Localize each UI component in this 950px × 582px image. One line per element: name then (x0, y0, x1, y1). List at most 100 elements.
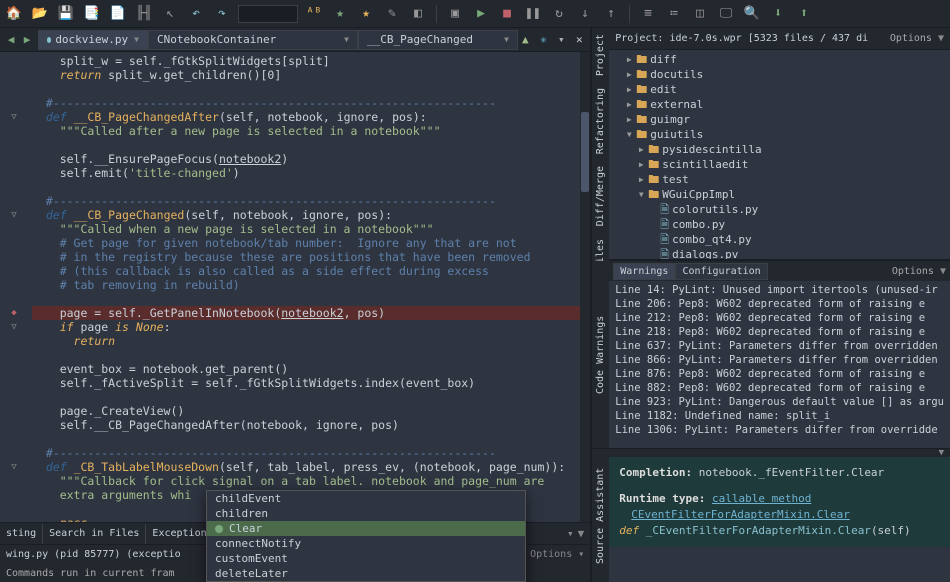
warnings-list[interactable]: Line 14: PyLint: Unused import itertools… (609, 281, 950, 439)
tree-file[interactable]: 🗎dialogs.pv (613, 247, 946, 259)
warning-item[interactable]: Line 882: Pep8: W602 deprecated form of … (615, 381, 944, 395)
code-editor[interactable]: ▽▽◆▽▽ split_w = self._fGtkSplitWidgets[s… (0, 52, 590, 522)
folder-icon: 🖿 (636, 82, 647, 97)
back-icon[interactable]: ↶ (186, 4, 206, 24)
monitor-icon[interactable]: 🖵 (716, 4, 736, 24)
tree-file[interactable]: 🗎colorutils.py (613, 202, 946, 217)
runtime-link-1[interactable]: callable method (712, 492, 811, 505)
panel-config-icon[interactable]: ▾ (567, 527, 574, 540)
bug-icon[interactable]: ✳ (536, 33, 550, 47)
tree-file[interactable]: 🗎combo.py (613, 217, 946, 232)
bookmark-icon[interactable]: ◧ (408, 4, 428, 24)
tree-file[interactable]: 🗎combo_qt4.py (613, 232, 946, 247)
warning-item[interactable]: Line 866: PyLint: Parameters differ from… (615, 353, 944, 367)
save-as-icon[interactable]: 📄 (108, 4, 128, 24)
warnings-options[interactable]: Options (892, 266, 934, 277)
warning-item[interactable]: Line 1306: PyLint: Parameters differ fro… (615, 423, 944, 437)
tree-folder[interactable]: ▶🖿guimgr (613, 112, 946, 127)
collapse-icon[interactable]: ▼ (578, 527, 585, 540)
save-icon[interactable]: 💾 (56, 4, 76, 24)
bottom-tab[interactable]: sting (0, 524, 43, 544)
tree-folder[interactable]: ▶🖿external (613, 97, 946, 112)
collapse-icon[interactable]: ▼ (938, 33, 944, 44)
find-icon[interactable]: 🔍 (742, 4, 762, 24)
warning-item[interactable]: Line 876: Pep8: W602 deprecated form of … (615, 367, 944, 381)
home-icon[interactable]: 🏠 (4, 4, 24, 24)
runtime-link-2[interactable]: CEventFilterForAdapterMixin.Clear (631, 508, 850, 521)
tree-folder[interactable]: ▶🖿diff (613, 52, 946, 67)
chart-icon[interactable]: ╟╢ (134, 4, 154, 24)
comment-icon[interactable]: ✎ (382, 4, 402, 24)
stack-icon[interactable]: ≡ (638, 4, 658, 24)
autocomplete-item[interactable]: connectNotify (207, 536, 525, 551)
cursor-icon[interactable]: ↖ (160, 4, 180, 24)
warning-item[interactable]: Line 218: Pep8: W602 deprecated form of … (615, 325, 944, 339)
crumb-file[interactable]: dockview.py ▼ (38, 30, 148, 50)
tree-folder[interactable]: ▼🖿WGuiCppImpl (613, 187, 946, 202)
autocomplete-item[interactable]: Clear (207, 521, 525, 536)
vtab-code-warnings[interactable]: Code Warnings (591, 261, 609, 448)
warning-item[interactable]: Line 923: PyLint: Dangerous default valu… (615, 395, 944, 409)
status-opt-icon[interactable]: Options ▾ (530, 549, 584, 560)
bottom-tab[interactable]: Search in Files (43, 524, 146, 544)
tree-folder[interactable]: ▶🖿docutils (613, 67, 946, 82)
tree-folder[interactable]: ▶🖿scintillaedit (613, 157, 946, 172)
vars-icon[interactable]: ≔ (664, 4, 684, 24)
tree-folder[interactable]: ▶🖿pysidescintilla (613, 142, 946, 157)
toolbar-search-input[interactable] (238, 5, 298, 23)
run-icon[interactable]: ▶ (471, 4, 491, 24)
project-options[interactable]: Options (890, 33, 932, 44)
tab-configuration[interactable]: Configuration (675, 263, 767, 280)
vtab-refactoring[interactable]: Refactoring (591, 82, 609, 160)
options-icon[interactable]: ▾ (554, 33, 568, 47)
tab-warnings[interactable]: Warnings (613, 263, 675, 280)
pause-icon[interactable]: ❚❚ (523, 4, 543, 24)
stop-icon[interactable]: ■ (497, 4, 517, 24)
warning-item[interactable]: Line 212: Pep8: W602 deprecated form of … (615, 311, 944, 325)
editor-scrollbar-v[interactable] (580, 52, 590, 522)
tree-folder[interactable]: ▼🖿guiutils (613, 127, 946, 142)
warning-item[interactable]: Line 206: Pep8: W602 deprecated form of … (615, 297, 944, 311)
editor-gutter[interactable]: ▽▽◆▽▽ (0, 52, 28, 522)
vtab-source-assistant[interactable]: Source Assistant (591, 449, 609, 582)
step-out-icon[interactable]: ↑ (601, 4, 621, 24)
nav-fwd-icon[interactable]: ▶ (20, 33, 34, 47)
close-icon[interactable]: ✕ (572, 33, 586, 47)
up-icon[interactable]: ⬆ (794, 4, 814, 24)
folder-icon: 🖿 (636, 112, 647, 127)
collapse-icon[interactable]: ▼ (940, 266, 946, 277)
debug-file-icon[interactable]: ▣ (445, 4, 465, 24)
runtime-type-label: Runtime type: (619, 492, 705, 505)
tree-folder[interactable]: ▶🖿edit (613, 82, 946, 97)
down-icon[interactable]: ⬇ (768, 4, 788, 24)
crumb-method[interactable]: __CB_PageChanged ▼ (358, 30, 518, 50)
autocomplete-item[interactable]: customEvent (207, 551, 525, 566)
star-add-icon[interactable]: ★ (356, 4, 376, 24)
vtab-project[interactable]: Project (591, 28, 609, 82)
nav-back-icon[interactable]: ◀ (4, 33, 18, 47)
open-icon[interactable]: 📂 (30, 4, 50, 24)
star-icon[interactable]: ★ (330, 4, 350, 24)
crumb-class[interactable]: CNotebookContainer ▼ (148, 30, 358, 50)
autocomplete-item[interactable]: childEvent (207, 491, 525, 506)
code-text[interactable]: split_w = self._fGtkSplitWidgets[split] … (28, 52, 590, 522)
diff-icon[interactable]: ◫ (690, 4, 710, 24)
project-tree[interactable]: ▶🖿diff▶🖿docutils▶🖿edit▶🖿external▶🖿guimgr… (609, 50, 950, 259)
warning-item[interactable]: Line 14: PyLint: Unused import itertools… (615, 283, 944, 297)
folder-icon: 🖿 (636, 67, 647, 82)
project-title: Project: ide-7.0s.wpr [5323 files / 437 … (615, 33, 868, 44)
warning-icon[interactable]: ▲ (518, 33, 532, 47)
tree-folder[interactable]: ▶🖿test (613, 172, 946, 187)
file-icon: 🗎 (660, 217, 669, 232)
save-all-icon[interactable]: 📑 (82, 4, 102, 24)
step-in-icon[interactable]: ↓ (575, 4, 595, 24)
replace-icon[interactable]: ᴬᴮ (304, 4, 324, 24)
autocomplete-item[interactable]: deleteLater (207, 566, 525, 581)
vtab-diff-merge[interactable]: Diff/Merge (591, 160, 609, 232)
step-over-icon[interactable]: ↻ (549, 4, 569, 24)
fwd-icon[interactable]: ↷ (212, 4, 232, 24)
warning-item[interactable]: Line 1182: Undefined name: split_i (615, 409, 944, 423)
warning-item[interactable]: Line 637: PyLint: Parameters differ from… (615, 339, 944, 353)
autocomplete-item[interactable]: children (207, 506, 525, 521)
autocomplete-popup[interactable]: childEventchildrenClearconnectNotifycust… (206, 490, 526, 582)
